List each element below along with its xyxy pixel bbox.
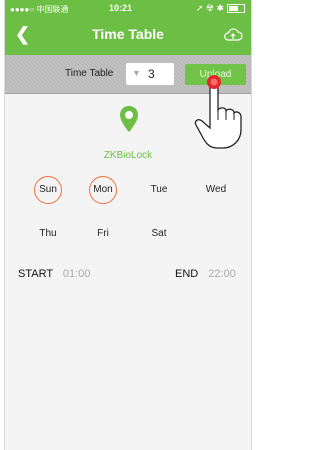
time-table-dropdown[interactable]: ▼ 3 <box>126 63 174 85</box>
day-sat[interactable]: Sat <box>145 220 173 248</box>
dropdown-arrow-icon: ▼ <box>132 68 141 78</box>
end-value: 22:00 <box>208 268 236 280</box>
day-tue[interactable]: Tue <box>145 176 173 204</box>
cloud-upload-icon[interactable] <box>223 27 243 43</box>
day-sun[interactable]: Sun <box>34 176 62 204</box>
page-title: Time Table <box>92 26 164 42</box>
end-time-row[interactable]: END 22:00 <box>175 268 236 280</box>
start-time-row[interactable]: START 01:00 <box>18 268 90 280</box>
status-icons-text: ➚ ☢ ✱ <box>195 3 224 13</box>
location-pin-icon <box>120 106 138 132</box>
battery-icon <box>227 4 245 13</box>
day-thu[interactable]: Thu <box>34 220 62 248</box>
day-mon[interactable]: Mon <box>89 176 117 204</box>
clock-text: 10:21 <box>109 3 133 13</box>
status-bar: ●●●●○ 中国联通 10:21 ➚ ☢ ✱ <box>5 0 251 18</box>
start-value: 01:00 <box>62 268 91 280</box>
day-wed[interactable]: Wed <box>202 176 230 204</box>
status-icons: ➚ ☢ ✱ <box>196 3 245 14</box>
lock-name: ZKBioLock <box>103 150 153 161</box>
tap-hand-icon <box>194 75 242 149</box>
time-table-label: Time Table <box>65 68 114 79</box>
day-fri[interactable]: Fri <box>89 220 117 248</box>
phone-screen: ●●●●○ 中国联通 10:21 ➚ ☢ ✱ ❮ Time Table Time… <box>4 0 252 450</box>
carrier-text: ●●●●○ 中国联通 <box>10 5 69 14</box>
time-table-value: 3 <box>148 67 155 81</box>
end-label: END <box>175 268 199 280</box>
start-label: START <box>18 268 53 280</box>
